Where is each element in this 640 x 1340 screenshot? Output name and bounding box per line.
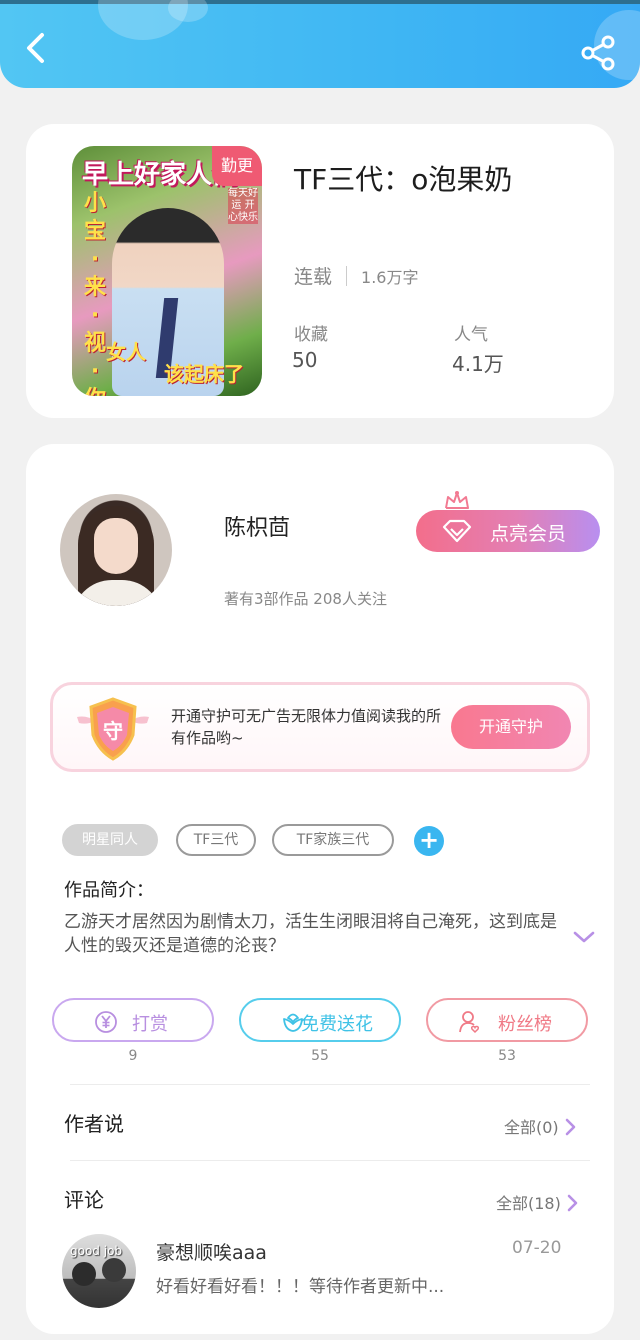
add-tag-button[interactable]: +: [414, 826, 444, 856]
author-says-all-label: 全部(0): [504, 1118, 559, 1137]
update-badge: 勤更: [212, 146, 262, 186]
fans-icon: [459, 1011, 480, 1034]
fans-ranking-button[interactable]: 粉丝榜: [426, 998, 588, 1042]
author-says-title: 作者说: [64, 1112, 124, 1136]
book-cover[interactable]: 早上好家人们 小宝·来·视·你·早·安·啦 每天好运 开心快乐 女人 该起床了 …: [72, 146, 262, 396]
flower-count: 55: [311, 1048, 329, 1064]
guard-banner: 守 开通守护可无广告无限体力值阅读我的所有作品哟~ 开通守护: [50, 682, 590, 772]
send-flower-button[interactable]: 免费送花: [239, 998, 401, 1042]
favorites-label: 收藏: [294, 325, 328, 345]
commenter-avatar[interactable]: good job: [62, 1234, 136, 1308]
cover-side-text: 每天好运 开心快乐: [228, 188, 258, 224]
tag-chip[interactable]: TF三代: [176, 824, 256, 856]
chevron-left-icon[interactable]: [18, 30, 54, 66]
author-says-all-link[interactable]: 全部(0): [504, 1114, 577, 1138]
author-avatar[interactable]: [60, 494, 172, 606]
reward-label: 打赏: [132, 1014, 168, 1035]
guard-description: 开通守护可无广告无限体力值阅读我的所有作品哟~: [171, 707, 442, 747]
avatar-figure: [102, 1258, 126, 1282]
reward-count: 9: [128, 1048, 138, 1064]
diamond-icon: [442, 519, 472, 543]
yen-icon: [95, 1011, 117, 1033]
guard-shield-icon: 守: [77, 697, 149, 761]
commenter-name[interactable]: 豪想顺唉aaa: [156, 1238, 267, 1265]
comments-all-link[interactable]: 全部(18): [496, 1190, 579, 1214]
author-meta: 著有3部作品 208人关注: [224, 590, 387, 608]
top-bar: [0, 0, 640, 88]
activate-guard-button[interactable]: 开通守护: [451, 705, 571, 749]
comment-text[interactable]: 好看好看好看！！！等待作者更新中...: [156, 1272, 444, 1297]
divider: [70, 1084, 590, 1085]
popularity-value: 4.1万: [452, 352, 504, 376]
status-divider: [346, 266, 348, 286]
top-edge: [0, 0, 640, 4]
book-title: TF三代：o泡果奶: [294, 163, 513, 196]
reward-button[interactable]: 打赏: [52, 998, 214, 1042]
comment-date: 07-20: [512, 1238, 562, 1258]
comments-all-label: 全部(18): [496, 1194, 561, 1213]
fans-count: 53: [498, 1048, 516, 1064]
cover-caption-left: 女人: [106, 340, 146, 364]
cover-vertical-text: 小宝·来·视·你·早·安·啦: [83, 191, 106, 396]
chevron-right-icon: [565, 1118, 575, 1136]
serial-status: 连载: [294, 266, 333, 288]
comments-title: 评论: [64, 1188, 104, 1212]
guard-shield-text: 守: [103, 719, 123, 743]
share-icon[interactable]: [580, 34, 618, 72]
avatar-figure: [72, 1262, 96, 1286]
detail-card: 陈枳茴 著有3部作品 208人关注 点亮会员 守 开通守护可无广告无限体力值阅读…: [26, 444, 614, 1334]
intro-title: 作品简介：: [64, 880, 154, 901]
crown-icon: [445, 491, 469, 509]
chevron-right-icon: [567, 1194, 578, 1212]
word-count: 1.6万字: [361, 268, 419, 287]
vip-button-label: 点亮会员: [490, 523, 567, 545]
popularity-label: 人气: [454, 325, 488, 345]
tag-chip[interactable]: 明星同人: [62, 824, 158, 856]
author-name[interactable]: 陈枳茴: [224, 510, 290, 542]
activate-vip-button[interactable]: 点亮会员: [416, 510, 600, 552]
send-flower-label: 免费送花: [301, 1014, 373, 1035]
book-status-row: 连载 1.6万字: [294, 262, 418, 289]
fans-ranking-label: 粉丝榜: [498, 1014, 552, 1035]
avatar-text: good job: [70, 1244, 123, 1258]
book-info-card: 早上好家人们 小宝·来·视·你·早·安·啦 每天好运 开心快乐 女人 该起床了 …: [26, 124, 614, 418]
tag-chip[interactable]: TF家族三代: [272, 824, 394, 856]
avatar-face: [94, 518, 138, 574]
intro-text: 乙游天才居然因为剧情太刀，活生生闭眼泪将自己淹死，这到底是人性的毁灭还是道德的沦…: [64, 912, 557, 956]
favorites-value: 50: [292, 348, 318, 372]
cover-caption-right: 该起床了: [164, 362, 244, 386]
divider: [70, 1160, 590, 1161]
chevron-down-icon[interactable]: [572, 928, 596, 946]
